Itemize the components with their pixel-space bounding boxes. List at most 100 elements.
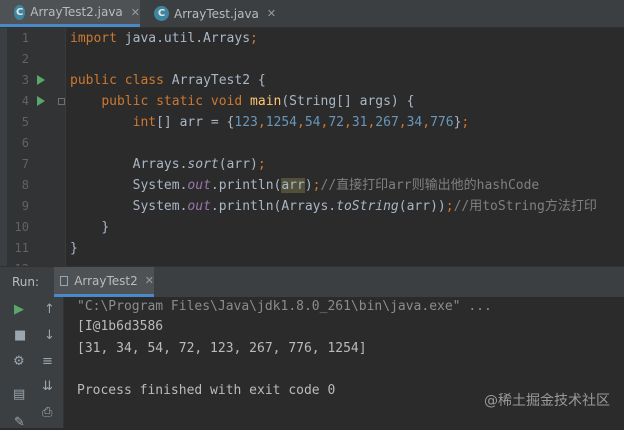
console-line: [31, 34, 54, 72, 123, 267, 776, 1254] xyxy=(77,341,367,356)
editor-tab-bar: C ArrayTest2.java ✕ C ArrayTest.java ✕ xyxy=(0,0,624,28)
code-text: ) xyxy=(304,178,313,193)
code-semicolon: ; xyxy=(445,199,454,214)
code-comment: //直接打印arr则输出他的hashCode xyxy=(320,178,540,193)
number-literal: 72 xyxy=(328,115,344,130)
keyword: class xyxy=(124,73,164,88)
code-text: .println( xyxy=(210,178,282,193)
run-toolbar-left: ▶ ■ ⚙ ▤ ✎ xyxy=(0,297,36,430)
code-line-7: Arrays.sort(arr); xyxy=(70,154,266,175)
code-editor[interactable]: import java.util.Arrays; public class Ar… xyxy=(70,28,624,266)
code-text: System. xyxy=(132,199,188,214)
code-text: (arr) xyxy=(218,157,258,172)
code-text: (String[] args) { xyxy=(281,94,415,109)
run-label: Run: xyxy=(12,275,40,289)
number-literal: 776 xyxy=(430,115,454,130)
field-name: out xyxy=(187,199,211,214)
method-name: toString xyxy=(336,199,399,214)
arrow-up-icon[interactable]: ↑ xyxy=(44,302,55,317)
run-main-icon[interactable] xyxy=(37,96,45,106)
code-line-9: System.out.println(Arrays.toString(arr))… xyxy=(70,196,597,217)
tab-arraytest-java[interactable]: C ArrayTest.java ✕ xyxy=(140,0,282,27)
scroll-to-end-icon[interactable]: ⇊ xyxy=(42,379,53,394)
code-comma: , xyxy=(297,115,305,130)
tab-arraytest2-java[interactable]: C ArrayTest2.java ✕ xyxy=(0,0,140,27)
tab-label: ArrayTest.java xyxy=(174,6,259,21)
line-number: 10 xyxy=(14,220,29,234)
line-number: 11 xyxy=(14,241,29,255)
keyword: public xyxy=(70,73,117,88)
number-literal: 34 xyxy=(406,115,423,130)
line-number: 7 xyxy=(21,157,29,171)
method-name: sort xyxy=(187,157,219,172)
debug-gear-icon[interactable]: ⚙ xyxy=(13,354,25,369)
code-line-8: System.out.println(arr);//直接打印arr则输出他的ha… xyxy=(70,175,539,196)
line-number: 3 xyxy=(21,73,29,87)
number-literal: 31 xyxy=(351,115,368,130)
code-text: .println(Arrays. xyxy=(210,199,337,214)
keyword: static xyxy=(156,94,204,109)
keyword: void xyxy=(210,94,243,109)
field-name: out xyxy=(187,178,211,193)
code-comma: , xyxy=(343,115,352,130)
run-tab-label: ArrayTest2 xyxy=(74,273,138,288)
code-line-5: int[] arr = {123,1254,54,72,31,267,34,77… xyxy=(70,112,470,133)
console-line: Process finished with exit code 0 xyxy=(77,383,336,398)
code-line-3: public class ArrayTest2 { xyxy=(70,70,266,91)
run-tab-arraytest2[interactable]: ArrayTest2 ✕ xyxy=(54,267,154,297)
watermark-text: @稀土掘金技术社区 xyxy=(484,393,610,409)
code-text: } xyxy=(70,241,78,256)
rerun-icon[interactable]: ▶ xyxy=(14,302,24,317)
code-line-1: import java.util.Arrays; xyxy=(70,28,258,49)
console-line: [I@1b6d3586 xyxy=(77,319,164,334)
code-text: (arr)) xyxy=(398,199,446,214)
layout-icon[interactable]: ▤ xyxy=(13,387,25,402)
keyword: int xyxy=(132,115,157,130)
code-comma: , xyxy=(398,115,407,130)
code-line-4: public static void main(String[] args) { xyxy=(70,91,414,112)
run-toolbar-right: ↑ ↓ ≡ ⇊ ⎙ xyxy=(36,297,64,428)
method-name: main xyxy=(250,94,282,109)
number-literal: 1254 xyxy=(265,115,298,130)
number-literal: 123 xyxy=(234,115,258,130)
keyword: import xyxy=(70,31,117,46)
print-icon[interactable]: ⎙ xyxy=(42,405,52,420)
code-text: [] arr = { xyxy=(156,115,235,130)
code-comma: , xyxy=(422,115,431,130)
arrow-down-icon[interactable]: ↓ xyxy=(44,328,55,343)
code-punct: ; xyxy=(250,31,258,46)
console-line: "C:\Program Files\Java\jdk1.8.0_261\bin\… xyxy=(77,299,492,314)
highlighted-arg: arr xyxy=(281,178,305,193)
code-semicolon: ; xyxy=(257,157,266,172)
tab-label: ArrayTest2.java xyxy=(30,5,123,19)
number-literal: 267 xyxy=(375,115,399,130)
close-icon[interactable]: ✕ xyxy=(145,274,154,287)
keyword: public xyxy=(101,94,149,109)
line-number: 1 xyxy=(21,31,29,45)
soft-wrap-icon[interactable]: ≡ xyxy=(42,354,53,369)
close-icon[interactable]: ✕ xyxy=(267,7,276,20)
code-semicolon: ; xyxy=(461,115,470,130)
number-literal: 54 xyxy=(304,115,321,130)
code-comma: , xyxy=(257,115,266,130)
line-number: 6 xyxy=(21,136,29,150)
line-number: 8 xyxy=(21,178,29,192)
code-comment: //用toString方法打印 xyxy=(453,199,597,214)
code-text: Arrays. xyxy=(132,157,188,172)
line-number: 5 xyxy=(21,115,29,129)
code-text: System. xyxy=(132,178,188,193)
code-text: ArrayTest2 { xyxy=(171,73,266,88)
code-line-11: } xyxy=(70,238,78,259)
console-tab-icon xyxy=(60,275,69,286)
java-class-icon: C xyxy=(14,4,26,20)
watermark: @稀土掘金技术社区 xyxy=(484,390,610,410)
java-class-icon: C xyxy=(154,6,169,21)
line-number: 2 xyxy=(21,52,29,66)
run-class-icon[interactable] xyxy=(37,75,45,85)
stop-icon[interactable]: ■ xyxy=(14,328,26,343)
close-icon[interactable]: ✕ xyxy=(131,6,140,19)
line-number: 4 xyxy=(21,94,29,108)
line-number: 12 xyxy=(7,259,29,266)
code-line-10: } xyxy=(70,217,109,238)
code-text: java.util.Arrays xyxy=(116,31,251,46)
fold-icon[interactable] xyxy=(58,98,65,105)
